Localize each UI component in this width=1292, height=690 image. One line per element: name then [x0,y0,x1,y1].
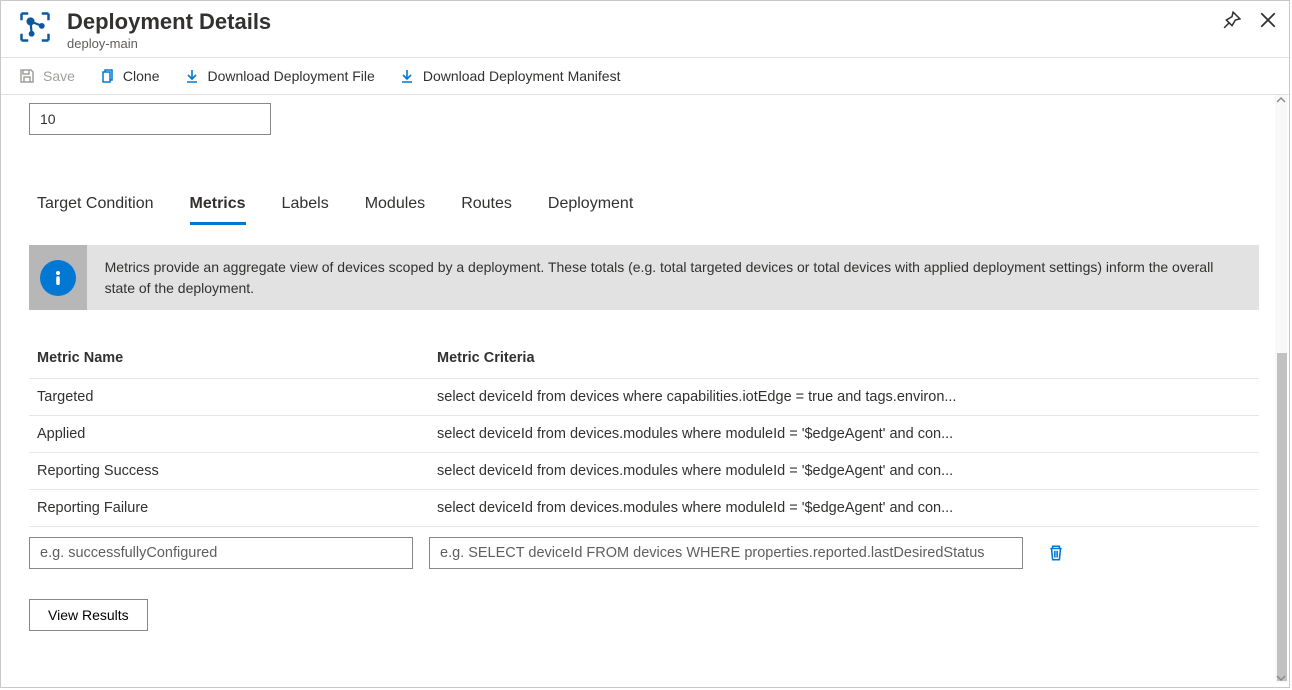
info-text: Metrics provide an aggregate view of dev… [87,245,1259,310]
priority-input[interactable] [29,103,271,135]
save-icon [19,68,35,84]
toolbar: Save Clone Download Deployment File Down… [1,58,1289,95]
download-file-button[interactable]: Download Deployment File [184,68,375,84]
col-header-criteria: Metric Criteria [429,338,1259,379]
clone-label: Clone [123,68,160,84]
metric-name: Applied [29,415,429,452]
metric-criteria: select deviceId from devices where capab… [429,378,1259,415]
download-file-label: Download Deployment File [208,68,375,84]
delete-icon[interactable] [1047,544,1065,562]
metric-criteria: select deviceId from devices.modules whe… [429,415,1259,452]
table-row: Reporting Failure select deviceId from d… [29,489,1259,526]
tab-metrics[interactable]: Metrics [190,189,246,225]
info-banner: Metrics provide an aggregate view of dev… [29,245,1259,310]
info-icon [29,245,87,310]
download-manifest-button[interactable]: Download Deployment Manifest [399,68,621,84]
close-icon[interactable] [1259,11,1277,29]
scroll-up-icon[interactable] [1275,94,1287,106]
metric-name: Reporting Failure [29,489,429,526]
pin-icon[interactable] [1223,11,1241,29]
view-results-button[interactable]: View Results [29,599,148,631]
iot-edge-icon [17,9,53,45]
scrollbar-thumb[interactable] [1277,353,1287,681]
save-label: Save [43,68,75,84]
metric-criteria: select deviceId from devices.modules whe… [429,489,1259,526]
clone-button[interactable]: Clone [99,68,160,84]
col-header-name: Metric Name [29,338,429,379]
page-title: Deployment Details [67,9,271,34]
download-icon [184,68,200,84]
table-row: Reporting Success select deviceId from d… [29,452,1259,489]
clone-icon [99,68,115,84]
tab-target-condition[interactable]: Target Condition [37,189,154,225]
tab-labels[interactable]: Labels [282,189,329,225]
save-button: Save [19,68,75,84]
metric-criteria: select deviceId from devices.modules whe… [429,452,1259,489]
metrics-table: Metric Name Metric Criteria Targeted sel… [29,338,1259,527]
tab-modules[interactable]: Modules [365,189,425,225]
metric-name: Reporting Success [29,452,429,489]
metric-name: Targeted [29,378,429,415]
table-row: Targeted select deviceId from devices wh… [29,378,1259,415]
metric-name-input[interactable] [29,537,413,569]
download-manifest-label: Download Deployment Manifest [423,68,621,84]
page-subtitle: deploy-main [67,36,271,51]
tabs: Target Condition Metrics Labels Modules … [29,189,1259,225]
tab-routes[interactable]: Routes [461,189,512,225]
tab-deployment[interactable]: Deployment [548,189,633,225]
download-icon [399,68,415,84]
table-row: Applied select deviceId from devices.mod… [29,415,1259,452]
scroll-down-icon[interactable] [1275,672,1287,684]
metric-criteria-input[interactable] [429,537,1023,569]
